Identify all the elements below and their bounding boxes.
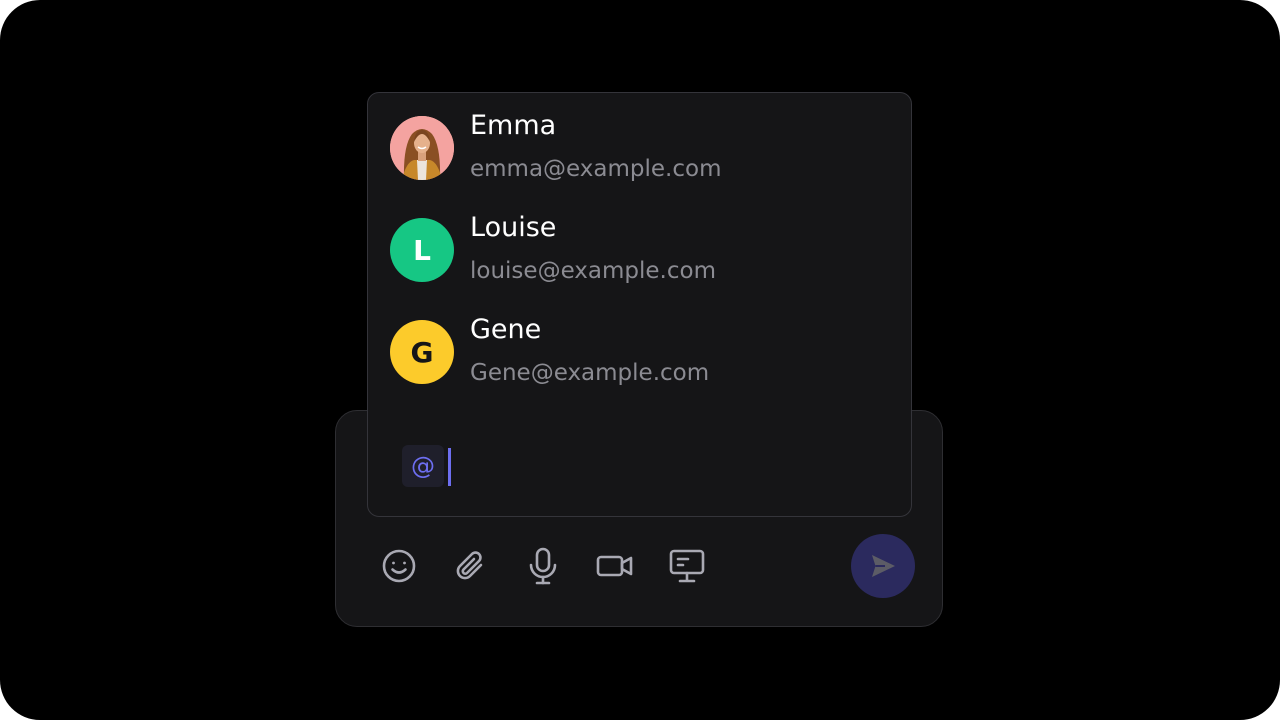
user-name: Gene (470, 314, 542, 345)
emoji-button[interactable] (379, 546, 419, 586)
user-email: louise@example.com (470, 258, 716, 284)
send-button[interactable] (851, 534, 915, 598)
app-stage: Emma emma@example.com L Louise louise@ex… (0, 0, 1280, 720)
text-caret (448, 448, 451, 486)
video-button[interactable] (595, 546, 635, 586)
user-email: Gene@example.com (470, 360, 710, 386)
mention-suggestions: Emma emma@example.com L Louise louise@ex… (367, 92, 912, 517)
microphone-icon (529, 547, 557, 585)
avatar-initial: G (410, 335, 434, 369)
attach-button[interactable] (451, 546, 491, 586)
send-icon (872, 555, 895, 577)
avatar: G (390, 320, 454, 384)
voice-button[interactable] (523, 546, 563, 586)
avatar-initial: L (413, 233, 431, 267)
video-camera-icon (596, 555, 633, 577)
user-name: Emma (470, 110, 557, 141)
avatar (390, 116, 454, 180)
mention-option-emma[interactable]: Emma emma@example.com (390, 110, 890, 188)
screen-share-button[interactable] (667, 546, 707, 586)
mention-option-louise[interactable]: L Louise louise@example.com (390, 212, 890, 290)
mention-trigger-chip: @ (402, 445, 444, 487)
user-photo-icon (390, 116, 454, 180)
mention-option-gene[interactable]: G Gene Gene@example.com (390, 314, 890, 392)
user-name: Louise (470, 212, 557, 243)
user-email: emma@example.com (470, 156, 722, 182)
emoji-icon (382, 549, 416, 583)
screen-share-icon (669, 549, 705, 583)
avatar: L (390, 218, 454, 282)
paperclip-icon (456, 551, 483, 580)
